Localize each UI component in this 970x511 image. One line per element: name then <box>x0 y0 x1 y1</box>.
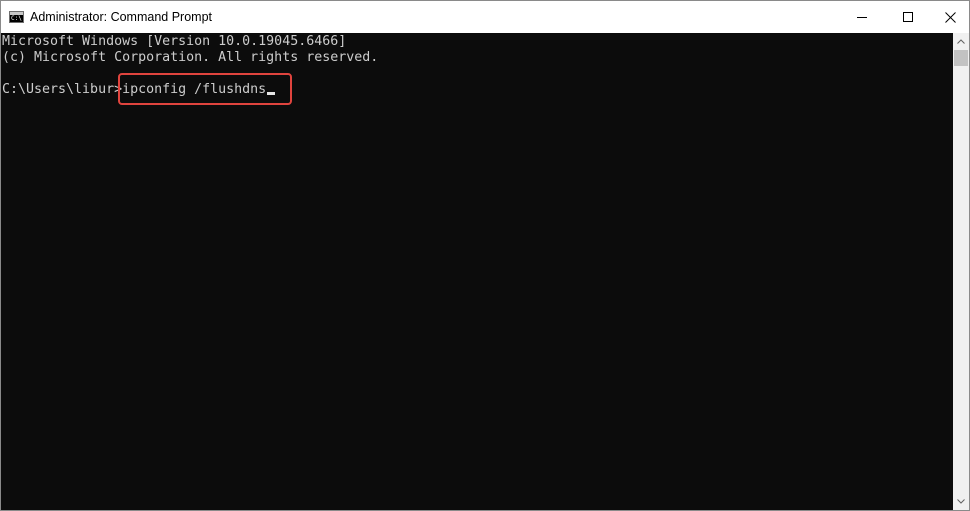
chevron-down-icon <box>957 499 965 504</box>
cmd-icon[interactable]: C:\ <box>9 11 24 23</box>
close-icon <box>944 11 956 23</box>
copyright-line: (c) Microsoft Corporation. All rights re… <box>2 50 379 65</box>
prompt-text: C:\Users\libur> <box>2 82 123 97</box>
command-prompt-window: C:\ Administrator: Command Prompt Micros… <box>0 0 970 511</box>
scroll-up-button[interactable] <box>953 33 969 50</box>
command-line[interactable]: C:\Users\libur>ipconfig /flushdns <box>2 82 276 98</box>
minimize-button[interactable] <box>839 1 885 33</box>
text-cursor <box>267 92 276 95</box>
chevron-up-icon <box>957 39 965 44</box>
vertical-scrollbar[interactable] <box>953 33 969 510</box>
typed-command[interactable]: ipconfig /flushdns <box>122 82 266 97</box>
version-line: Microsoft Windows [Version 10.0.19045.64… <box>2 34 347 49</box>
maximize-icon <box>903 12 913 22</box>
window-title: Administrator: Command Prompt <box>30 10 213 24</box>
console-output[interactable]: Microsoft Windows [Version 10.0.19045.64… <box>1 33 953 510</box>
minimize-icon <box>857 17 867 18</box>
title-bar[interactable]: C:\ Administrator: Command Prompt <box>1 1 969 33</box>
maximize-button[interactable] <box>885 1 931 33</box>
cmd-icon-glyph: C:\ <box>11 15 22 22</box>
close-button[interactable] <box>931 1 969 33</box>
scroll-thumb[interactable] <box>954 50 968 66</box>
scroll-down-button[interactable] <box>953 493 969 510</box>
